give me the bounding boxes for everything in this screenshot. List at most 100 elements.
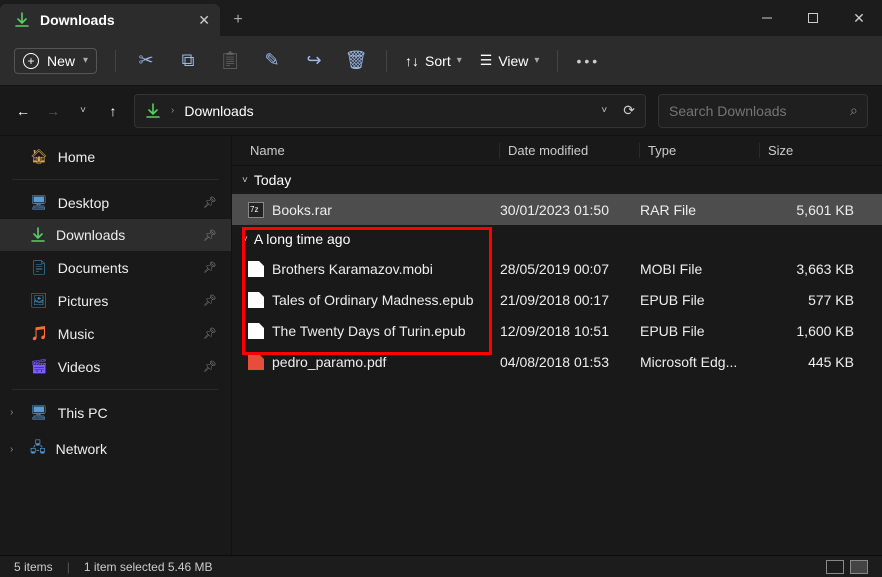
navigation-pane: 🏠︎ Home 🖥︎ Desktop 📌︎ Downloads 📌︎ 📄︎ Do… [0,136,232,555]
downloads-icon [30,227,46,243]
music-icon: 🎵︎ [30,325,48,342]
file-date: 21/09/2018 00:17 [500,292,640,308]
group-label: A long time ago [254,231,351,247]
column-headers: Name Date modified Type Size [232,136,882,166]
sidebar-item-documents[interactable]: 📄︎ Documents 📌︎ [0,251,231,284]
pdf-icon [248,354,264,370]
maximize-button[interactable] [790,0,836,36]
file-type: MOBI File [640,261,760,277]
column-name[interactable]: Name [242,143,500,158]
sidebar-item-label: Downloads [56,227,125,243]
separator [12,179,219,180]
up-button[interactable]: ↑ [104,103,122,119]
close-window-button[interactable]: ✕ [836,0,882,36]
desktop-icon: 🖥︎ [30,194,48,211]
close-tab-icon[interactable]: ✕ [198,12,210,29]
thumbnails-view-toggle[interactable] [850,560,868,574]
delete-icon[interactable]: 🗑︎ [344,50,368,71]
file-row[interactable]: pedro_paramo.pdf 04/08/2018 01:53 Micros… [232,346,882,377]
expand-icon[interactable]: › [10,407,13,418]
group-label: Today [254,172,291,188]
sidebar-item-downloads[interactable]: Downloads 📌︎ [0,219,231,251]
separator [386,50,387,72]
file-row[interactable]: Brothers Karamazov.mobi 28/05/2019 00:07… [232,253,882,284]
group-header[interactable]: ˅ Today [232,166,882,194]
sidebar-item-music[interactable]: 🎵︎ Music 📌︎ [0,317,231,350]
selection-info: 1 item selected 5.46 MB [84,560,213,574]
search-box[interactable]: ⌕ [658,94,868,128]
expand-icon[interactable]: › [10,444,13,455]
file-size: 445 KB [760,354,882,370]
file-row[interactable]: Tales of Ordinary Madness.epub 21/09/201… [232,284,882,315]
forward-button[interactable]: → [44,103,62,119]
rename-icon[interactable]: ✎ [260,50,284,71]
file-size: 3,663 KB [760,261,882,277]
pin-icon: 📌︎ [203,294,217,307]
sidebar-item-videos[interactable]: 🎬︎ Videos 📌︎ [0,350,231,383]
sidebar-item-thispc[interactable]: › 🖥︎ This PC [0,396,231,429]
file-row[interactable]: The Twenty Days of Turin.epub 12/09/2018… [232,315,882,346]
pin-icon: 📌︎ [203,196,217,209]
sidebar-item-desktop[interactable]: 🖥︎ Desktop 📌︎ [0,186,231,219]
chevron-down-icon: ˅ [242,234,248,245]
new-tab-button[interactable]: + [220,4,256,36]
sidebar-item-label: Music [58,326,95,342]
column-type[interactable]: Type [640,143,760,158]
chevron-down-icon: ▾ [83,55,88,66]
new-button[interactable]: + New ▾ [14,48,97,74]
address-bar[interactable]: › Downloads ˅ ⟳ [134,94,646,128]
more-button[interactable]: ••• [576,53,600,69]
share-icon[interactable]: ↪ [302,50,326,71]
file-date: 28/05/2019 00:07 [500,261,640,277]
refresh-button[interactable]: ⟳ [623,102,635,119]
copy-icon[interactable]: ⧉ [176,50,200,71]
file-type: RAR File [640,202,760,218]
group-header[interactable]: ˅ A long time ago [232,225,882,253]
file-name: Books.rar [272,202,332,218]
file-type: EPUB File [640,292,760,308]
item-count: 5 items [14,560,53,574]
search-icon[interactable]: ⌕ [850,102,858,119]
sidebar-item-home[interactable]: 🏠︎ Home [0,140,231,173]
search-input[interactable] [669,103,850,119]
details-view-toggle[interactable] [826,560,844,574]
paste-icon[interactable]: 📋︎ [218,50,242,71]
pc-icon: 🖥︎ [30,404,48,421]
downloads-icon [145,103,161,119]
column-size[interactable]: Size [760,143,882,158]
minimize-button[interactable] [744,0,790,36]
file-date: 04/08/2018 01:53 [500,354,640,370]
sort-button[interactable]: ↑↓ Sort ▾ [405,53,462,69]
recent-locations-button[interactable]: ˅ [74,105,92,116]
file-name: Brothers Karamazov.mobi [272,261,433,277]
archive-icon [248,202,264,218]
videos-icon: 🎬︎ [30,358,48,375]
pictures-icon: 🖼︎ [30,292,48,309]
address-text: Downloads [184,103,253,119]
column-date[interactable]: Date modified [500,143,640,158]
cut-icon[interactable]: ✂ [134,50,158,71]
sidebar-item-pictures[interactable]: 🖼︎ Pictures 📌︎ [0,284,231,317]
titlebar: Downloads ✕ + ✕ [0,0,882,36]
tab-downloads[interactable]: Downloads ✕ [0,4,220,36]
sort-label: Sort [425,53,451,69]
file-icon [248,292,264,308]
pin-icon: 📌︎ [203,229,217,242]
sort-icon: ↑↓ [405,53,419,69]
chevron-down-icon: ▾ [457,55,462,66]
file-name: Tales of Ordinary Madness.epub [272,292,474,308]
file-icon [248,261,264,277]
separator [557,50,558,72]
downloads-icon [14,12,30,28]
file-row[interactable]: Books.rar 30/01/2023 01:50 RAR File 5,60… [232,194,882,225]
back-button[interactable]: ← [14,103,32,119]
home-icon: 🏠︎ [30,148,48,165]
view-button[interactable]: ☰ View ▾ [480,52,540,69]
plus-icon: + [23,53,39,69]
chevron-down-icon[interactable]: ˅ [601,105,607,116]
command-toolbar: + New ▾ ✂ ⧉ 📋︎ ✎ ↪ 🗑︎ ↑↓ Sort ▾ ☰ View ▾… [0,36,882,86]
network-icon: 🖧︎ [30,437,46,461]
sidebar-item-label: This PC [58,405,108,421]
file-list-pane: Name Date modified Type Size ˅ Today Boo… [232,136,882,555]
sidebar-item-network[interactable]: › 🖧︎ Network [0,429,231,469]
